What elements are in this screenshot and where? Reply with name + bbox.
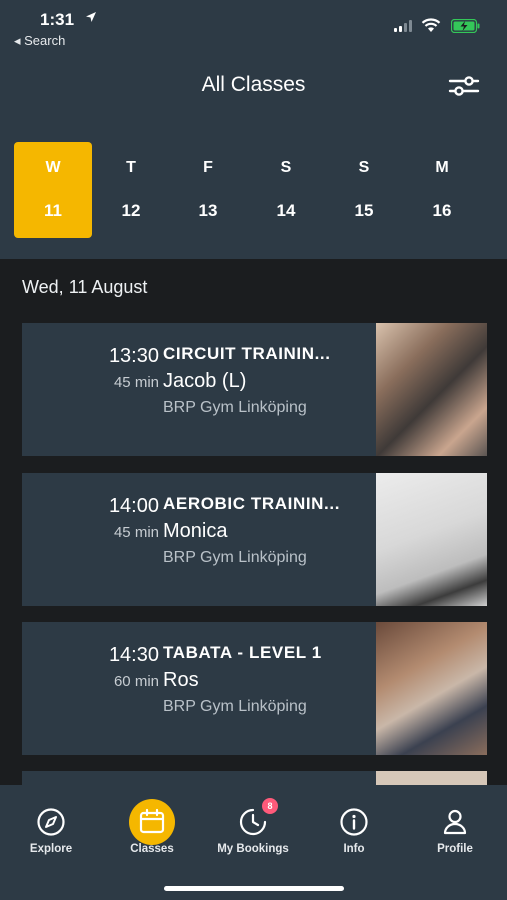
class-title: AEROBIC TRAININ...: [163, 494, 341, 513]
tab-label: Classes: [130, 843, 174, 855]
page-title: All Classes: [201, 73, 306, 96]
top-panel: 1:31 ◂ Search All Classes W 11 T 12 F 13: [0, 0, 507, 259]
day-item-fri[interactable]: F 13: [169, 142, 247, 238]
tab-label: Profile: [437, 843, 473, 855]
day-letter: T: [126, 159, 136, 176]
calendar-icon: [129, 799, 175, 845]
location-arrow-icon: [86, 12, 96, 22]
tab-classes[interactable]: Classes: [102, 785, 202, 865]
day-item-thu[interactable]: T 12: [92, 142, 170, 238]
tab-my-bookings[interactable]: My Bookings: [203, 785, 303, 865]
day-letter: S: [280, 159, 292, 176]
cellular-signal-icon: [394, 20, 412, 32]
class-photo: [376, 323, 487, 456]
day-letter: F: [203, 159, 213, 176]
class-location: BRP Gym Linköping: [163, 549, 307, 566]
day-item-mon[interactable]: M 16: [403, 142, 481, 238]
bottom-tab-bar: Explore Classes My Bookings Info Profile: [0, 785, 507, 900]
class-card[interactable]: 14:00 45 min AEROBIC TRAININ... Monica B…: [22, 473, 487, 606]
day-number: 11: [44, 201, 62, 220]
class-duration: 45 min: [113, 374, 159, 391]
class-card[interactable]: 14:30 60 min TABATA - LEVEL 1 Ros BRP Gy…: [22, 622, 487, 755]
wifi-icon: [421, 18, 441, 32]
bookings-count-badge: 8: [262, 798, 278, 814]
class-time: 14:00: [108, 495, 159, 517]
day-number: 13: [198, 201, 218, 220]
person-icon: [432, 799, 478, 845]
compass-icon: [28, 799, 74, 845]
class-instructor: Jacob (L): [163, 370, 247, 392]
info-icon: [331, 799, 377, 845]
tab-label: Explore: [29, 843, 73, 855]
class-location: BRP Gym Linköping: [163, 399, 307, 416]
day-number: 12: [121, 201, 141, 220]
class-photo: [376, 771, 487, 785]
day-letter: S: [358, 159, 370, 176]
class-card-partial[interactable]: [22, 771, 487, 785]
class-photo: [376, 473, 487, 606]
tab-explore[interactable]: Explore: [1, 785, 101, 865]
filter-sliders-icon[interactable]: [448, 75, 480, 97]
day-number: 16: [432, 201, 452, 220]
tab-info[interactable]: Info: [304, 785, 404, 865]
class-card[interactable]: 13:30 45 min CIRCUIT TRAININ... Jacob (L…: [22, 323, 487, 456]
status-time: 1:31: [40, 10, 75, 29]
class-duration: 45 min: [113, 524, 159, 541]
class-time: 14:30: [108, 644, 159, 666]
class-time: 13:30: [108, 345, 159, 367]
day-letter: W: [45, 159, 61, 176]
tab-label: Info: [343, 843, 365, 855]
tab-profile[interactable]: Profile: [405, 785, 505, 865]
day-number: 15: [354, 201, 374, 220]
day-item-wed[interactable]: W 11: [14, 142, 92, 238]
day-letter: M: [435, 159, 449, 176]
date-heading: Wed, 11 August: [22, 277, 148, 297]
class-location: BRP Gym Linköping: [163, 698, 307, 715]
day-item-sun[interactable]: S 15: [325, 142, 403, 238]
class-instructor: Ros: [163, 669, 199, 691]
day-selector: W 11 T 12 F 13 S 14 S 15 M 16: [14, 142, 494, 238]
day-item-sat[interactable]: S 14: [247, 142, 325, 238]
class-photo: [376, 622, 487, 755]
class-title: CIRCUIT TRAININ...: [163, 344, 331, 363]
home-indicator[interactable]: [164, 886, 344, 891]
class-title: TABATA - LEVEL 1: [163, 643, 322, 662]
back-to-search-link[interactable]: ◂ Search: [14, 33, 65, 49]
class-instructor: Monica: [163, 520, 228, 542]
tab-label: My Bookings: [217, 843, 289, 855]
class-duration: 60 min: [113, 673, 159, 690]
battery-charging-icon: [451, 19, 480, 33]
day-number: 14: [276, 201, 296, 220]
